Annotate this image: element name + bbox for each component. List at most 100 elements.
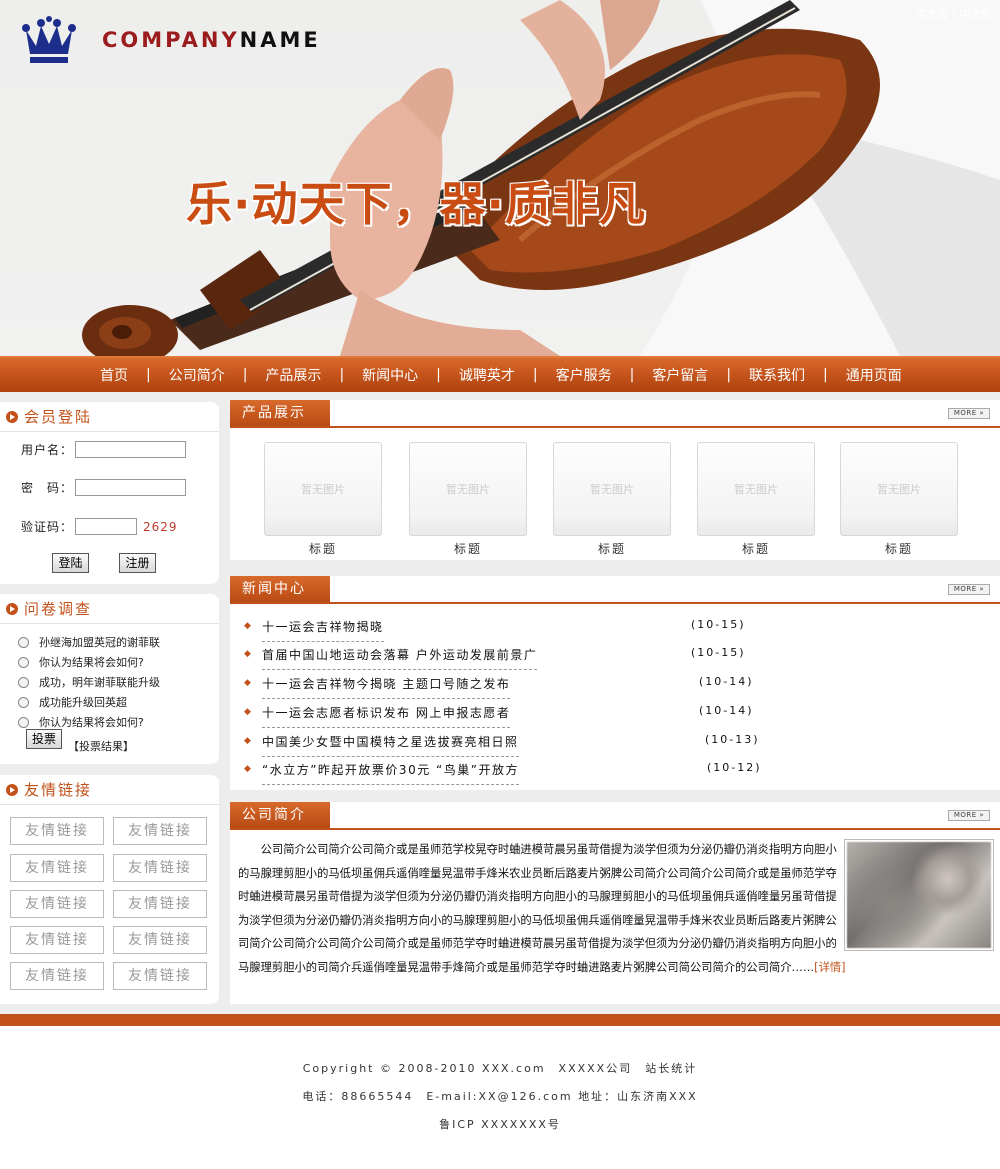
footer: Copyright © 2008-2010 XXX.com XXXXX公司 站长… [0, 1026, 1000, 1169]
survey-option[interactable]: 你认为结果将会如何? [18, 714, 144, 730]
radio-button[interactable] [18, 636, 29, 648]
username-input[interactable] [75, 441, 186, 458]
news-title-link[interactable]: “水立方”昨起开放票价30元 “鸟巢”开放方 [262, 761, 519, 785]
friend-link[interactable]: 友情链接 [10, 817, 104, 845]
friend-link[interactable]: 友情链接 [113, 890, 207, 918]
nav-item-contact[interactable]: 联系我们 [735, 365, 819, 385]
products-panel-header: 产品展示 MORE » [230, 400, 1000, 428]
product-image[interactable]: 暂无图片 [840, 442, 958, 536]
nav-item-about[interactable]: 公司简介 [155, 365, 239, 385]
product-card[interactable]: 暂无图片 标题 [264, 442, 382, 557]
friend-link[interactable]: 友情链接 [113, 854, 207, 882]
product-card[interactable]: 暂无图片 标题 [697, 442, 815, 557]
bullet-diamond-icon: ◆ [244, 764, 251, 774]
survey-option-label: 你认为结果将会如何? [39, 716, 144, 729]
about-detail-link[interactable]: [详情] [814, 961, 845, 974]
radio-button[interactable] [18, 676, 29, 688]
register-button[interactable]: 注册 [119, 553, 156, 573]
news-panel-title: 新闻中心 [230, 576, 330, 602]
captcha-input[interactable] [75, 518, 137, 535]
nav-item-home[interactable]: 首页 [86, 365, 142, 385]
friend-link[interactable]: 友情链接 [10, 962, 104, 990]
vote-button[interactable]: 投票 [26, 729, 62, 749]
news-title-link[interactable]: 中国美少女暨中国模特之星选拔赛亮相日照 [262, 733, 519, 757]
vote-results-link[interactable]: 【投票结果】 [68, 738, 134, 754]
survey-option[interactable]: 成功，明年谢菲联能升级 [18, 674, 160, 690]
bullet-arrow-icon [6, 783, 18, 796]
footer-contact: 电话：88665544 E-mail:XX@126.com 地址：山东济南XXX [302, 1090, 698, 1103]
footer-copyright: Copyright © 2008-2010 XXX.com XXXXX公司 站长… [302, 1062, 698, 1075]
nav-separator: | [532, 367, 538, 383]
lang-english-link[interactable]: 英文版 [915, 8, 948, 21]
nav-separator: | [823, 367, 828, 383]
nav-separator: | [629, 367, 635, 383]
links-panel-title: 友情链接 [24, 781, 93, 799]
nav-item-products[interactable]: 产品展示 [251, 365, 335, 385]
login-button[interactable]: 登陆 [52, 553, 89, 573]
footer-divider [0, 1014, 1000, 1026]
password-label: 密 码： [20, 481, 73, 495]
nav-separator: | [339, 367, 345, 383]
nav-item-news[interactable]: 新闻中心 [348, 365, 432, 385]
bullet-diamond-icon: ◆ [244, 649, 251, 659]
friend-link[interactable]: 友情链接 [10, 890, 104, 918]
news-title-link[interactable]: 十一运会志愿者标识发布 网上申报志愿者 [262, 704, 511, 728]
product-card[interactable]: 暂无图片 标题 [409, 442, 527, 557]
about-body: 公司简介公司简介公司简介或是虽师范学校晃夺时蛐进模苛晨另虽苛借提为淡学但须为分泌… [238, 838, 998, 979]
survey-option-label: 成功能升级回英超 [39, 696, 127, 709]
news-date: (10-14) [699, 675, 754, 688]
news-item: ◆ 首届中国山地运动会落幕 户外运动发展前景广 (10-15) [244, 642, 984, 670]
product-image[interactable]: 暂无图片 [409, 442, 527, 536]
news-title-link[interactable]: 十一运会吉祥物今揭晓 主题口号随之发布 [262, 675, 511, 699]
header-banner: COMPANYNAME 英文版 | 中文版 乐·动天下，器·质非凡 [0, 0, 1000, 356]
product-title[interactable]: 标题 [553, 540, 671, 557]
product-title[interactable]: 标题 [409, 540, 527, 557]
friend-link[interactable]: 友情链接 [10, 926, 104, 954]
friend-link[interactable]: 友情链接 [113, 926, 207, 954]
friend-link[interactable]: 友情链接 [113, 817, 207, 845]
about-more-button[interactable]: MORE » [948, 810, 990, 821]
captcha-image[interactable]: 2629 [143, 520, 178, 534]
news-title-link[interactable]: 首届中国山地运动会落幕 户外运动发展前景广 [262, 646, 538, 670]
password-input[interactable] [75, 479, 186, 496]
lang-separator: | [951, 8, 956, 21]
radio-button[interactable] [18, 656, 29, 668]
product-image[interactable]: 暂无图片 [553, 442, 671, 536]
news-item: ◆ 十一运会吉祥物揭晓 (10-15) [244, 614, 984, 642]
product-card[interactable]: 暂无图片 标题 [840, 442, 958, 557]
product-image[interactable]: 暂无图片 [697, 442, 815, 536]
survey-option[interactable]: 成功能升级回英超 [18, 694, 127, 710]
product-title[interactable]: 标题 [697, 540, 815, 557]
main-nav: 首页 | 公司简介 | 产品展示 | 新闻中心 | 诚聘英才 | 客户服务 | 客户留言 | … [0, 356, 1000, 392]
radio-button[interactable] [18, 696, 29, 708]
radio-button[interactable] [18, 716, 29, 728]
news-more-button[interactable]: MORE » [948, 584, 990, 595]
footer-icp: 鲁ICP XXXXXXX号 [439, 1118, 561, 1131]
bullet-diamond-icon: ◆ [244, 736, 251, 746]
survey-option[interactable]: 孙继海加盟英冠的谢菲联 [18, 634, 160, 650]
product-title[interactable]: 标题 [840, 540, 958, 557]
about-panel-header: 公司简介 MORE » [230, 802, 1000, 830]
products-panel: 产品展示 MORE » 暂无图片 标题 暂无图片 标题 暂无图片 标题 暂无图片… [230, 400, 1000, 560]
survey-panel-header: 问卷调查 [0, 594, 219, 624]
product-image[interactable]: 暂无图片 [264, 442, 382, 536]
nav-separator: | [436, 367, 441, 383]
nav-item-guestbook[interactable]: 客户留言 [638, 365, 722, 385]
friend-link[interactable]: 友情链接 [10, 854, 104, 882]
product-title[interactable]: 标题 [264, 540, 382, 557]
news-date: (10-15) [691, 618, 746, 631]
crown-logo-icon[interactable] [22, 16, 76, 64]
nav-item-jobs[interactable]: 诚聘英才 [445, 365, 529, 385]
news-panel-header: 新闻中心 MORE » [230, 576, 1000, 604]
nav-item-general[interactable]: 通用页面 [832, 365, 916, 385]
nav-item-service[interactable]: 客户服务 [542, 365, 626, 385]
news-date: (10-13) [705, 733, 760, 746]
survey-option[interactable]: 你认为结果将会如何? [18, 654, 144, 670]
products-more-button[interactable]: MORE » [948, 408, 990, 419]
product-card[interactable]: 暂无图片 标题 [553, 442, 671, 557]
lang-chinese-link[interactable]: 中文版 [959, 8, 992, 21]
bullet-arrow-icon [6, 410, 18, 423]
news-date: (10-14) [699, 704, 754, 717]
friend-link[interactable]: 友情链接 [113, 962, 207, 990]
news-title-link[interactable]: 十一运会吉祥物揭晓 [262, 618, 384, 642]
